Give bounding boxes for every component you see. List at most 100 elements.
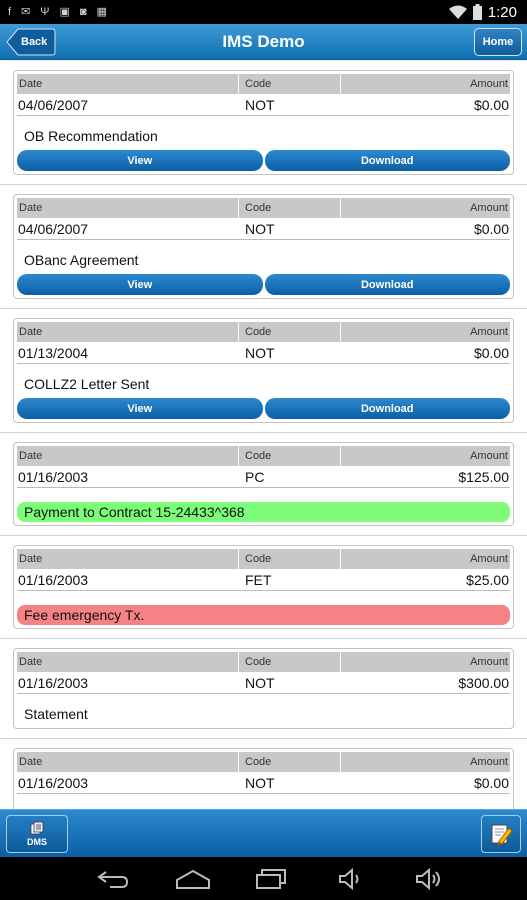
record-amount: $0.00: [473, 344, 509, 361]
record-date: 04/06/2007: [18, 220, 89, 237]
volume-up-icon[interactable]: [415, 868, 445, 890]
code-column-header: Code: [239, 446, 341, 466]
usb-icon: Ψ: [40, 5, 50, 18]
record-card: Date Code Amount 01/16/2003 PC $125.00 P…: [13, 442, 514, 526]
record-header: Date Code Amount: [17, 446, 510, 466]
record-date: 01/16/2003: [18, 674, 89, 691]
page-title: IMS Demo: [222, 31, 305, 51]
date-column-header: Date: [17, 198, 239, 218]
photos-icon: ▣: [59, 5, 70, 18]
record-description: OB Recommendation: [24, 128, 158, 144]
list-item: Date Code Amount 01/13/2004 NOT $0.00 CO…: [0, 309, 527, 433]
back-button[interactable]: Back: [6, 28, 56, 56]
status-time: 1:20: [487, 3, 517, 21]
code-column-header: Code: [239, 549, 341, 569]
record-values: 04/06/2007 NOT $0.00: [17, 94, 510, 116]
edit-document-button[interactable]: [481, 815, 521, 853]
record-card: Date Code Amount 01/16/2003 FET $25.00 F…: [13, 545, 514, 629]
view-button[interactable]: View: [17, 150, 263, 171]
record-header: Date Code Amount: [17, 752, 510, 772]
record-amount: $25.00: [466, 571, 509, 588]
list-item: Date Code Amount 04/06/2007 NOT $0.00 OB…: [0, 185, 527, 309]
facebook-icon: f: [8, 5, 12, 18]
documents-icon: [30, 821, 44, 835]
record-code: PC: [245, 468, 265, 485]
record-values: 01/16/2003 NOT $0.00: [17, 772, 510, 794]
record-amount: $125.00: [458, 468, 509, 485]
date-column-header: Date: [17, 652, 239, 672]
record-card: Date Code Amount 01/16/2003 NOT $0.00: [13, 748, 514, 809]
list-item: Date Code Amount 04/06/2007 NOT $0.00 OB…: [0, 61, 527, 185]
record-date: 01/16/2003: [18, 774, 89, 791]
code-column-header: Code: [239, 322, 341, 342]
edit-document-icon: [491, 824, 513, 846]
record-date: 01/16/2003: [18, 571, 89, 588]
date-column-header: Date: [17, 752, 239, 772]
record-description: Statement: [24, 706, 88, 722]
wifi-icon: [448, 5, 467, 19]
record-amount: $0.00: [473, 774, 509, 791]
record-card: Date Code Amount 01/16/2003 NOT $300.00 …: [13, 648, 514, 729]
record-code: NOT: [245, 220, 275, 237]
home-button[interactable]: Home: [474, 28, 522, 56]
record-header: Date Code Amount: [17, 652, 510, 672]
dms-button-label: DMS: [27, 837, 47, 847]
list-item: Date Code Amount 01/16/2003 NOT $300.00 …: [0, 639, 527, 739]
record-code: NOT: [245, 674, 275, 691]
date-column-header: Date: [17, 446, 239, 466]
list-item: Date Code Amount 01/16/2003 NOT $0.00: [0, 739, 527, 809]
code-column-header: Code: [239, 652, 341, 672]
code-column-header: Code: [239, 74, 341, 94]
record-header: Date Code Amount: [17, 74, 510, 94]
list-item: Date Code Amount 01/16/2003 PC $125.00 P…: [0, 433, 527, 536]
record-values: 01/16/2003 PC $125.00: [17, 466, 510, 488]
navigation-bar: [0, 857, 527, 900]
record-card: Date Code Amount 01/13/2004 NOT $0.00 CO…: [13, 318, 514, 423]
amount-column-header: Amount: [470, 553, 508, 565]
date-column-header: Date: [17, 549, 239, 569]
view-button[interactable]: View: [17, 398, 263, 419]
download-button[interactable]: Download: [264, 150, 510, 171]
record-description: COLLZ2 Letter Sent: [24, 376, 150, 392]
download-button[interactable]: Download: [264, 274, 510, 295]
battery-icon: [472, 4, 482, 20]
record-header: Date Code Amount: [17, 198, 510, 218]
code-column-header: Code: [239, 752, 341, 772]
amount-column-header: Amount: [470, 202, 508, 214]
notification-icon: ✉: [21, 5, 31, 18]
amount-column-header: Amount: [470, 656, 508, 668]
download-button[interactable]: Download: [264, 398, 510, 419]
status-bar: f ✉ Ψ ▣ ◙ ▦ 1:20: [0, 0, 527, 24]
bottom-toolbar: DMS: [0, 809, 527, 857]
volume-down-icon[interactable]: [338, 868, 364, 890]
back-nav-icon[interactable]: [96, 868, 130, 890]
amount-column-header: Amount: [470, 78, 508, 90]
record-date: 01/16/2003: [18, 468, 89, 485]
record-code: NOT: [245, 774, 275, 791]
recent-apps-icon[interactable]: [255, 868, 287, 890]
dms-button[interactable]: DMS: [6, 815, 68, 853]
date-column-header: Date: [17, 322, 239, 342]
record-amount: $0.00: [473, 96, 509, 113]
record-amount: $0.00: [473, 220, 509, 237]
amount-column-header: Amount: [470, 326, 508, 338]
record-values: 01/13/2004 NOT $0.00: [17, 342, 510, 364]
record-date: 01/13/2004: [18, 344, 89, 361]
record-date: 04/06/2007: [18, 96, 89, 113]
record-amount: $300.00: [458, 674, 509, 691]
action-bar: Back IMS Demo Home: [0, 24, 527, 60]
code-column-header: Code: [239, 198, 341, 218]
records-list[interactable]: Date Code Amount 04/06/2007 NOT $0.00 OB…: [0, 61, 527, 809]
record-card: Date Code Amount 04/06/2007 NOT $0.00 OB…: [13, 70, 514, 175]
date-column-header: Date: [17, 74, 239, 94]
record-code: NOT: [245, 344, 275, 361]
view-button[interactable]: View: [17, 274, 263, 295]
list-item: Date Code Amount 01/16/2003 FET $25.00 F…: [0, 536, 527, 639]
record-description-fee: Fee emergency Tx.: [17, 605, 510, 625]
calendar-icon: ▦: [96, 5, 107, 18]
bag-icon: ◙: [79, 5, 87, 18]
amount-column-header: Amount: [470, 756, 508, 768]
record-description: [14, 794, 513, 809]
home-nav-icon[interactable]: [175, 868, 211, 890]
back-button-label: Back: [21, 36, 48, 48]
